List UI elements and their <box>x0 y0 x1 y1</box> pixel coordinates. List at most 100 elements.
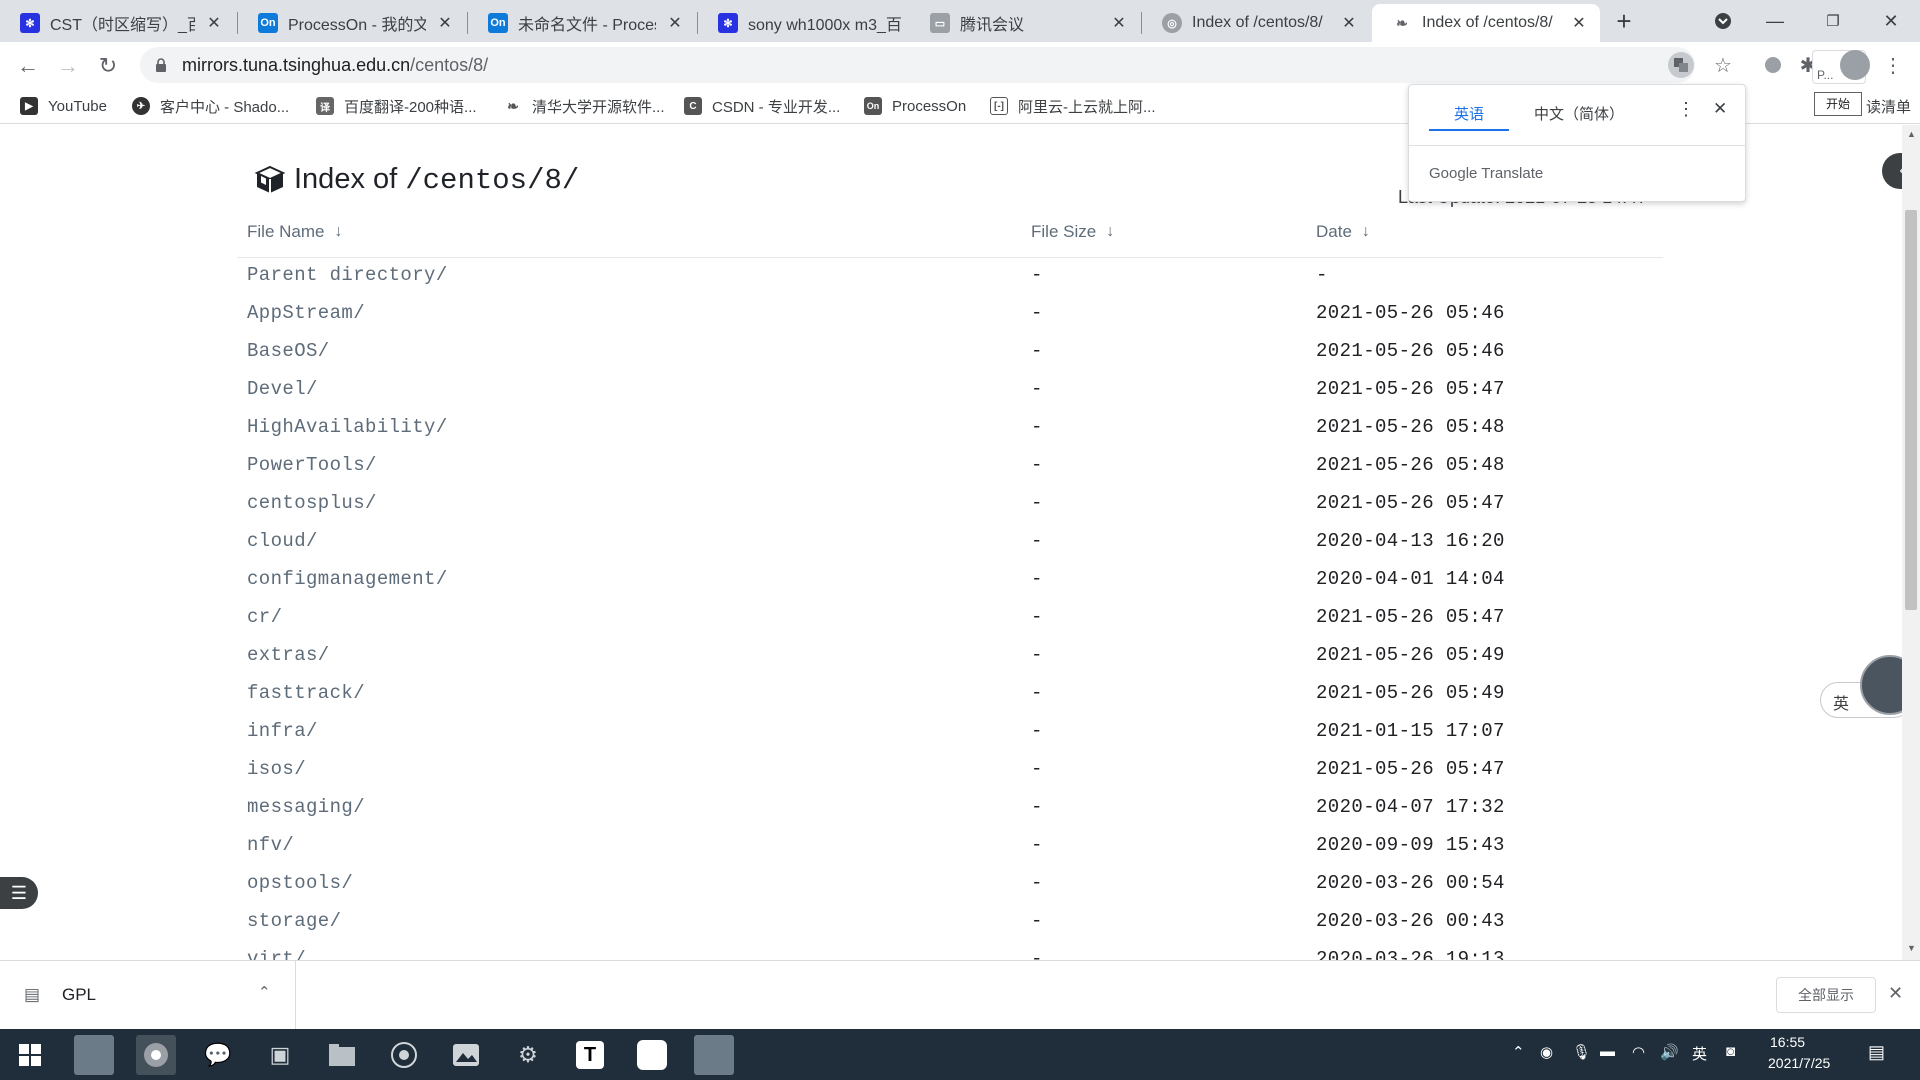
file-link[interactable]: AppStream/ <box>247 302 365 324</box>
show-all-button[interactable]: 全部显示 <box>1776 977 1876 1013</box>
bookmark-tuna[interactable]: ❧ 清华大学开源软件... <box>504 94 665 118</box>
file-link[interactable]: BaseOS/ <box>247 340 330 362</box>
file-link[interactable]: opstools/ <box>247 872 353 894</box>
bookmark-processon[interactable]: On ProcessOn <box>864 94 966 118</box>
forward-icon[interactable]: → <box>52 50 84 82</box>
notifications-icon[interactable]: ▤ <box>1868 1042 1885 1063</box>
menu-icon[interactable]: ⋮ <box>1878 50 1908 80</box>
file-link[interactable]: infra/ <box>247 720 318 742</box>
tab-search-icon[interactable] <box>1700 4 1746 38</box>
typora-icon[interactable]: T <box>570 1035 610 1075</box>
translate-tab-source[interactable]: 英语 <box>1454 103 1484 124</box>
file-link[interactable]: virt/ <box>247 948 306 960</box>
column-header-name[interactable]: File Name ↓ <box>247 222 342 242</box>
tab-cst[interactable]: ✻ CST（时区缩写）_百度 ✕ <box>0 4 235 42</box>
column-header-size[interactable]: File Size ↓ <box>1031 222 1114 242</box>
url-text[interactable]: mirrors.tuna.tsinghua.edu.cn/centos/8/ <box>182 55 488 76</box>
chrome-icon[interactable] <box>136 1035 176 1075</box>
file-link[interactable]: extras/ <box>247 644 330 666</box>
image-viewer-icon[interactable] <box>74 1035 114 1075</box>
file-link[interactable]: cr/ <box>247 606 282 628</box>
file-date: 2021-05-26 05:47 <box>1316 492 1505 514</box>
input-method-indicator[interactable]: 英 <box>1692 1043 1707 1064</box>
start-windows-icon[interactable] <box>10 1035 50 1075</box>
table-row: Devel/ - 2021-05-26 05:47 <box>0 378 1920 416</box>
scrollbar[interactable]: ▲ ▼ <box>1902 125 1920 960</box>
address-bar[interactable]: mirrors.tuna.tsinghua.edu.cn/centos/8/ <box>140 47 1695 83</box>
file-link[interactable]: Parent directory/ <box>247 264 448 286</box>
clock-date[interactable]: 2021/7/25 <box>1768 1055 1830 1071</box>
wechat-icon[interactable]: 💬 <box>198 1035 238 1075</box>
close-icon[interactable]: ✕ <box>1108 13 1130 33</box>
file-date: 2021-05-26 05:47 <box>1316 758 1505 780</box>
virtual-machine-icon[interactable]: ▣ <box>260 1035 300 1075</box>
file-link[interactable]: Devel/ <box>247 378 318 400</box>
file-link[interactable]: HighAvailability/ <box>247 416 448 438</box>
close-icon[interactable]: ✕ <box>1568 13 1590 33</box>
screenshot-tool-icon[interactable] <box>694 1035 734 1075</box>
new-tab-button[interactable]: + <box>1601 4 1647 38</box>
download-item[interactable]: ▤ GPL ⌃ <box>0 961 296 1029</box>
tab-meeting[interactable]: ▭ 腾讯会议 ✕ <box>910 4 1140 42</box>
file-explorer-icon[interactable] <box>322 1035 362 1075</box>
file-link[interactable]: PowerTools/ <box>247 454 377 476</box>
tab-index-1[interactable]: ◎ Index of /centos/8/ ✕ <box>1142 4 1370 42</box>
bookmark-csdn[interactable]: C CSDN - 专业开发... <box>684 94 840 118</box>
music-player-icon[interactable] <box>384 1035 424 1075</box>
scroll-up-icon[interactable]: ▲ <box>1907 129 1916 139</box>
tab-processon-untitled[interactable]: On 未命名文件 - Process ✕ <box>468 4 696 42</box>
close-icon[interactable]: ✕ <box>664 13 686 33</box>
chevron-up-icon[interactable]: ⌃ <box>1512 1043 1525 1061</box>
close-icon[interactable]: ✕ <box>1338 13 1360 33</box>
translate-tab-target[interactable]: 中文（简体） <box>1534 103 1624 124</box>
photos-icon[interactable] <box>446 1035 486 1075</box>
avatar[interactable] <box>1840 50 1870 80</box>
close-downloads-icon[interactable]: ✕ <box>1888 983 1903 1004</box>
scroll-down-icon[interactable]: ▼ <box>1907 943 1916 953</box>
profile-tooltip: 开始 <box>1814 92 1862 116</box>
more-options-icon[interactable]: ⋮ <box>1677 99 1695 120</box>
file-link[interactable]: nfv/ <box>247 834 294 856</box>
reload-icon[interactable]: ↻ <box>92 50 124 82</box>
file-link[interactable]: centosplus/ <box>247 492 377 514</box>
bookmark-baidu-translate[interactable]: 译 百度翻译-200种语... <box>316 94 477 118</box>
tab-index-active[interactable]: ❧ Index of /centos/8/ ✕ <box>1372 4 1600 42</box>
column-header-date[interactable]: Date ↓ <box>1316 222 1370 242</box>
chevron-up-icon[interactable]: ⌃ <box>258 983 271 1001</box>
file-link[interactable]: fasttrack/ <box>247 682 365 704</box>
window-close-icon[interactable]: ✕ <box>1868 4 1914 38</box>
reading-list[interactable]: 读清单 <box>1866 94 1911 118</box>
file-link[interactable]: configmanagement/ <box>247 568 448 590</box>
back-icon[interactable]: ← <box>12 50 44 82</box>
list-menu-icon[interactable]: ☰ <box>0 877 38 909</box>
microphone-icon[interactable]: 🎙 <box>1572 1043 1591 1061</box>
bookmark-youtube[interactable]: ▶ YouTube <box>20 94 107 118</box>
baidu-netdisk-icon[interactable] <box>632 1035 672 1075</box>
clock-time[interactable]: 16:55 <box>1770 1034 1805 1050</box>
bookmark-shadow[interactable]: ✈ 客户中心 - Shado... <box>132 94 289 118</box>
extension-globe-icon[interactable] <box>1758 50 1788 80</box>
qq-icon[interactable]: ◙ <box>1726 1043 1735 1060</box>
steam-icon[interactable]: ⚙ <box>508 1035 548 1075</box>
bookmark-star-icon[interactable]: ☆ <box>1708 50 1738 80</box>
close-icon[interactable]: ✕ <box>434 13 456 33</box>
bookmark-aliyun[interactable]: [-] 阿里云-上云就上阿... <box>990 94 1156 118</box>
close-icon[interactable]: ✕ <box>203 13 225 33</box>
wifi-icon[interactable]: ◠ <box>1632 1043 1645 1061</box>
translate-icon[interactable] <box>1666 50 1696 80</box>
close-icon[interactable]: ✕ <box>1713 99 1727 119</box>
file-link[interactable]: cloud/ <box>247 530 318 552</box>
minimize-icon[interactable]: — <box>1752 4 1798 38</box>
network-icon[interactable]: ◉ <box>1540 1043 1553 1061</box>
scrollbar-thumb[interactable] <box>1905 210 1917 610</box>
restore-icon[interactable]: ❐ <box>1810 4 1856 38</box>
tab-processon-files[interactable]: On ProcessOn - 我的文件 ✕ <box>238 4 466 42</box>
lock-icon[interactable] <box>154 58 168 72</box>
file-link[interactable]: isos/ <box>247 758 306 780</box>
header-divider <box>237 257 1663 258</box>
file-link[interactable]: storage/ <box>247 910 341 932</box>
battery-icon[interactable]: ▬ <box>1600 1043 1615 1060</box>
file-link[interactable]: messaging/ <box>247 796 365 818</box>
tab-sony[interactable]: ✻ sony wh1000x m3_百 <box>698 4 928 42</box>
volume-icon[interactable]: 🔊 <box>1660 1043 1679 1061</box>
